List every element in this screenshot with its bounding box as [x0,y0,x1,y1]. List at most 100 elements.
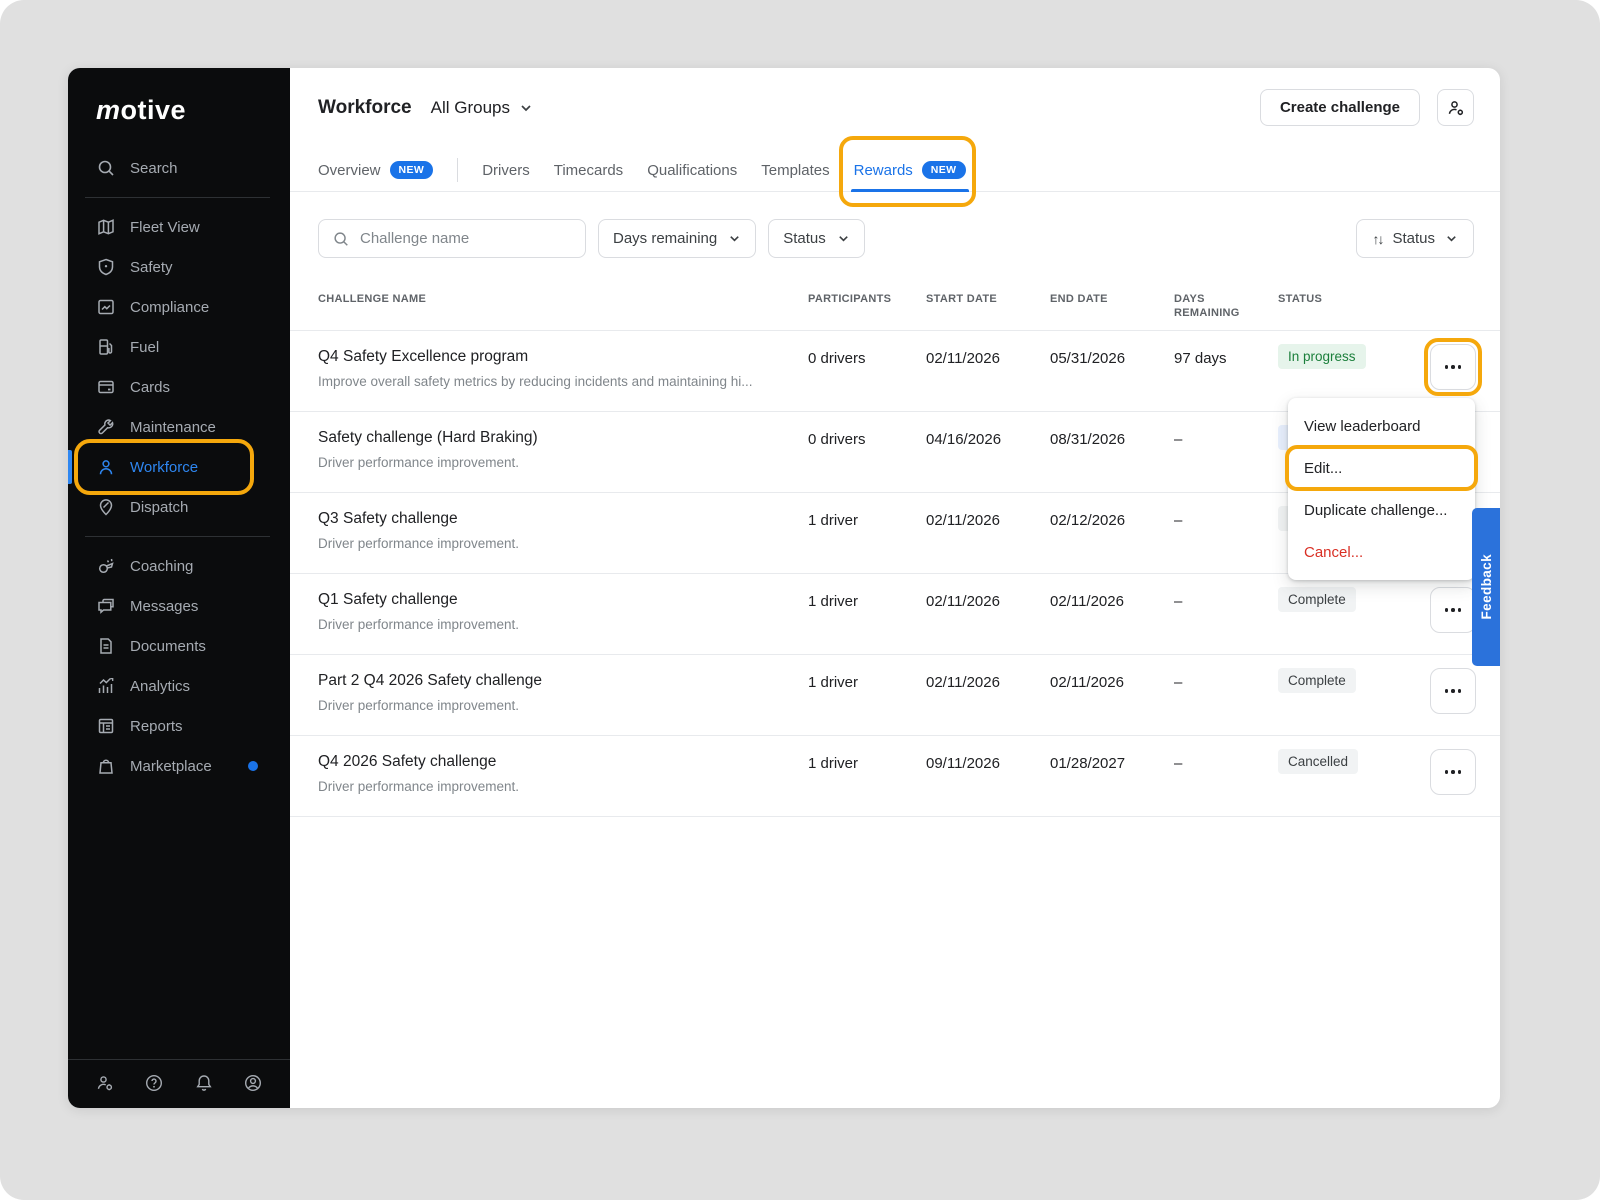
table-row[interactable]: Q4 2026 Safety challenge Driver performa… [290,736,1500,817]
status-badge: Complete [1278,587,1356,612]
sidebar-item-label: Cards [130,379,170,396]
sidebar-item-label: Maintenance [130,419,216,436]
sidebar-item-label: Coaching [130,558,193,575]
table-row[interactable]: Part 2 Q4 2026 Safety challenge Driver p… [290,655,1500,736]
user-gear-icon [1446,98,1466,118]
notifications-bell-icon[interactable] [194,1073,214,1093]
challenge-search-input[interactable] [360,230,572,247]
sidebar-item-label: Workforce [130,459,198,476]
document-icon [96,636,116,656]
table-row[interactable]: Q1 Safety challenge Driver performance i… [290,574,1500,655]
status-filter[interactable]: Status [768,219,865,258]
sidebar-item-compliance[interactable]: Compliance [68,287,290,327]
shield-icon [96,257,116,277]
new-badge: NEW [390,161,434,179]
column-header-status: STATUS [1278,292,1426,320]
days-remaining-cell: 97 days [1174,347,1278,369]
account-icon[interactable] [243,1073,263,1093]
tab-templates[interactable]: Templates [761,149,829,191]
end-date-cell: 01/28/2027 [1050,752,1174,774]
challenge-description: Driver performance improvement. [318,617,808,632]
participants-cell: 1 driver [808,509,926,531]
sort-arrows-icon: ↑↓ [1372,231,1382,247]
sidebar-search[interactable]: Search [68,148,290,188]
column-header-challenge-name: CHALLENGE NAME [318,292,808,320]
challenge-name: Q4 2026 Safety challenge [318,752,808,772]
sidebar-item-coaching[interactable]: Coaching [68,546,290,586]
menu-item-edit[interactable]: Edit... [1288,447,1475,489]
sidebar-item-label: Reports [130,718,183,735]
search-icon [332,230,350,248]
sidebar-item-dispatch[interactable]: Dispatch [68,487,290,527]
tab-qualifications[interactable]: Qualifications [647,149,737,191]
tab-separator [457,158,458,182]
tab-timecards[interactable]: Timecards [554,149,623,191]
days-remaining-filter-label: Days remaining [613,230,717,247]
challenge-search[interactable] [318,219,586,258]
sidebar-item-cards[interactable]: Cards [68,367,290,407]
sidebar-item-reports[interactable]: Reports [68,706,290,746]
tab-overview[interactable]: Overview NEW [318,149,433,191]
column-header-days-remaining: DAYS REMAINING [1174,292,1244,320]
sidebar-item-safety[interactable]: Safety [68,247,290,287]
chevron-down-icon [837,232,850,245]
sidebar-divider [85,536,270,537]
chevron-down-icon [519,101,533,115]
participants-cell: 1 driver [808,671,926,693]
start-date-cell: 02/11/2026 [926,671,1050,693]
sidebar-item-messages[interactable]: Messages [68,586,290,626]
end-date-cell: 05/31/2026 [1050,347,1174,369]
menu-item-view-leaderboard[interactable]: View leaderboard [1288,405,1475,447]
row-context-menu: View leaderboard Edit... Duplicate chall… [1288,398,1475,580]
chevron-down-icon [1445,232,1458,245]
app-window: mmotiveotive Search Fleet View Safety Co… [68,68,1500,1108]
participants-cell: 1 driver [808,590,926,612]
menu-item-cancel[interactable]: Cancel... [1288,531,1475,573]
sidebar-item-workforce[interactable]: Workforce [68,447,290,487]
end-date-cell: 02/11/2026 [1050,590,1174,612]
sidebar-item-marketplace[interactable]: Marketplace [68,746,290,786]
sidebar-divider [85,197,270,198]
sidebar-item-label: Analytics [130,678,190,695]
column-header-participants: PARTICIPANTS [808,292,926,320]
sidebar-item-label: Documents [130,638,206,655]
page-title: Workforce [318,97,412,119]
report-icon [96,716,116,736]
status-badge: Cancelled [1278,749,1358,774]
tab-drivers[interactable]: Drivers [482,149,530,191]
row-menu-button[interactable] [1430,668,1476,714]
end-date-cell: 02/12/2026 [1050,509,1174,531]
feedback-tab[interactable]: Feedback [1472,508,1500,666]
row-menu-button[interactable] [1430,344,1476,390]
help-icon[interactable] [144,1073,164,1093]
page-background: mmotiveotive Search Fleet View Safety Co… [0,0,1600,1200]
person-icon [96,457,116,477]
admin-settings-icon[interactable] [95,1073,115,1093]
row-menu-button[interactable] [1430,749,1476,795]
sidebar-item-label: Fuel [130,339,159,356]
challenge-name: Q1 Safety challenge [318,590,808,610]
days-remaining-filter[interactable]: Days remaining [598,219,756,258]
sidebar-item-label: Marketplace [130,758,212,775]
sidebar-item-maintenance[interactable]: Maintenance [68,407,290,447]
user-settings-button[interactable] [1437,89,1474,126]
group-selector[interactable]: All Groups [431,98,533,118]
challenge-description: Driver performance improvement. [318,536,808,551]
create-challenge-button[interactable]: Create challenge [1260,89,1420,126]
page-header: Workforce All Groups Create challenge [290,68,1500,126]
sidebar-item-documents[interactable]: Documents [68,626,290,666]
start-date-cell: 02/11/2026 [926,509,1050,531]
shopping-bag-icon [96,756,116,776]
column-header-start-date: START DATE [926,292,1050,320]
sidebar: mmotiveotive Search Fleet View Safety Co… [68,68,290,1108]
sidebar-item-fleet-view[interactable]: Fleet View [68,207,290,247]
row-menu-button[interactable] [1430,587,1476,633]
menu-item-duplicate-challenge[interactable]: Duplicate challenge... [1288,489,1475,531]
sidebar-item-fuel[interactable]: Fuel [68,327,290,367]
sort-button[interactable]: ↑↓ Status [1356,219,1474,258]
tab-rewards[interactable]: Rewards NEW [854,149,966,191]
tab-label: Timecards [554,162,623,179]
sidebar-item-analytics[interactable]: Analytics [68,666,290,706]
sidebar-item-label: Fleet View [130,219,200,236]
chat-bubbles-icon [96,596,116,616]
